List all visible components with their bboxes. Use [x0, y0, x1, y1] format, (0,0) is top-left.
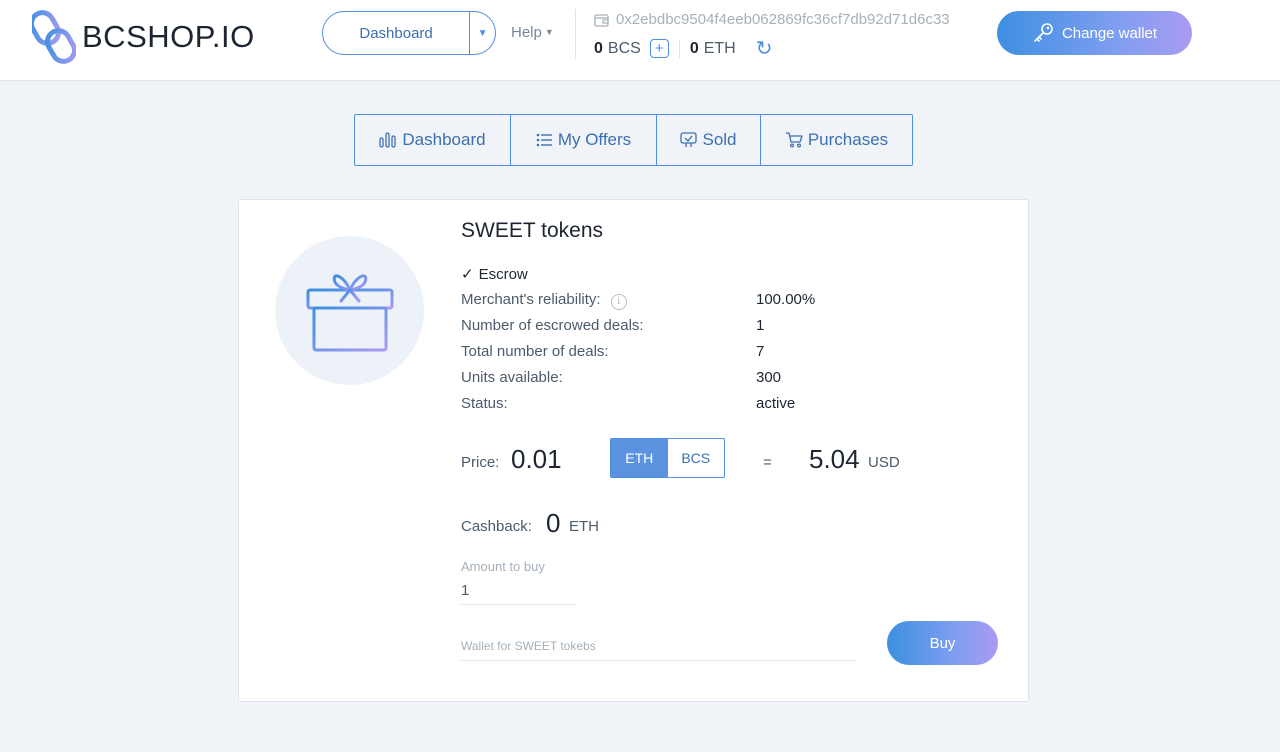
cashback-unit: ETH: [569, 518, 599, 535]
offer-card: SWEET tokens ✓ Escrow Merchant's reliabil…: [238, 199, 1029, 702]
help-menu[interactable]: Help ▼: [511, 24, 554, 41]
detail-value: 7: [756, 343, 765, 360]
tab-label: My Offers: [557, 130, 632, 149]
help-label: Help: [511, 24, 542, 41]
eth-balance: 0: [689, 39, 699, 57]
usd-unit: USD: [868, 454, 900, 471]
offer-image: [275, 236, 424, 385]
amount-label: Amount to buy: [461, 559, 545, 574]
tab-sold[interactable]: Sold: [657, 115, 761, 165]
wallet-icon: [594, 13, 609, 27]
wallet-address: 0x2ebdbc9504f4eeb062869fc36cf7db92d71d6c…: [594, 11, 950, 28]
price-value: 0.01: [511, 444, 562, 474]
escrow-label: Escrow: [478, 266, 528, 283]
detail-label: Number of escrowed deals:: [461, 317, 644, 334]
usd-value: 5.04: [809, 444, 860, 474]
refresh-icon[interactable]: ↻: [756, 36, 773, 61]
tab-label: Dashboard: [402, 130, 486, 149]
page-select[interactable]: Dashboard ▼: [322, 11, 496, 55]
detail-value: 1: [756, 317, 765, 334]
balances: 0 BCS + 0 ETH ↻: [594, 36, 772, 61]
escrow-badge: ✓ Escrow: [461, 265, 528, 283]
amount-input[interactable]: [461, 577, 577, 605]
equals-sign: =: [763, 454, 772, 471]
balance-divider: [678, 39, 680, 58]
tab-dashboard[interactable]: Dashboard: [355, 115, 511, 165]
detail-label: Merchant's reliability:: [461, 291, 601, 308]
nav-tabs: Dashboard My Offers Sold Purchases: [354, 114, 913, 166]
key-icon: [1034, 23, 1053, 42]
eth-unit: ETH: [703, 39, 736, 57]
detail-value: 300: [756, 369, 782, 386]
bar-chart-icon: [379, 132, 397, 148]
chevron-down-icon[interactable]: ▼: [469, 12, 495, 54]
logo-icon: [32, 10, 76, 64]
bcs-unit: BCS: [607, 39, 641, 57]
change-wallet-button[interactable]: Change wallet: [997, 11, 1192, 55]
top-header: BCSHOP.IO Dashboard ▼ Help ▼ 0x2ebdbc9504…: [0, 0, 1280, 81]
tab-my-offers[interactable]: My Offers: [511, 115, 657, 165]
cashback-label: Cashback:: [461, 518, 532, 535]
tab-purchases[interactable]: Purchases: [761, 115, 912, 165]
price-label: Price:: [461, 454, 500, 471]
info-icon[interactable]: i: [610, 294, 627, 310]
wallet-input[interactable]: [461, 631, 857, 661]
detail-label: Units available:: [461, 369, 563, 386]
currency-toggle: ETH BCS: [610, 438, 725, 478]
detail-value: 100.00%: [756, 291, 816, 308]
detail-label: Total number of deals:: [461, 343, 609, 360]
buy-button[interactable]: Buy: [887, 621, 998, 665]
bcs-balance: 0: [594, 39, 603, 57]
tab-label: Sold: [702, 130, 737, 149]
logo-text: BCSHOP.IO: [82, 19, 255, 54]
page-select-value: Dashboard: [359, 24, 433, 42]
add-funds-button[interactable]: +: [649, 39, 669, 58]
offer-title: SWEET tokens: [461, 219, 603, 242]
currency-bcs-button[interactable]: BCS: [668, 439, 725, 477]
header-divider: [575, 9, 576, 59]
cashback-value: 0: [546, 508, 561, 538]
check-icon: ✓: [461, 266, 474, 283]
tab-label: Purchases: [807, 130, 889, 149]
cart-icon: [785, 132, 803, 148]
detail-value: active: [756, 395, 796, 412]
list-icon: [536, 133, 552, 147]
change-wallet-label: Change wallet: [1061, 24, 1158, 42]
caret-down-icon: ▼: [544, 27, 554, 37]
sold-icon: [680, 132, 698, 147]
currency-eth-button[interactable]: ETH: [611, 439, 668, 477]
detail-label: Status:: [461, 395, 508, 412]
gift-icon: [306, 273, 393, 351]
logo[interactable]: BCSHOP.IO: [32, 8, 262, 66]
wallet-address-text: 0x2ebdbc9504f4eeb062869fc36cf7db92d71d6c…: [616, 11, 950, 28]
